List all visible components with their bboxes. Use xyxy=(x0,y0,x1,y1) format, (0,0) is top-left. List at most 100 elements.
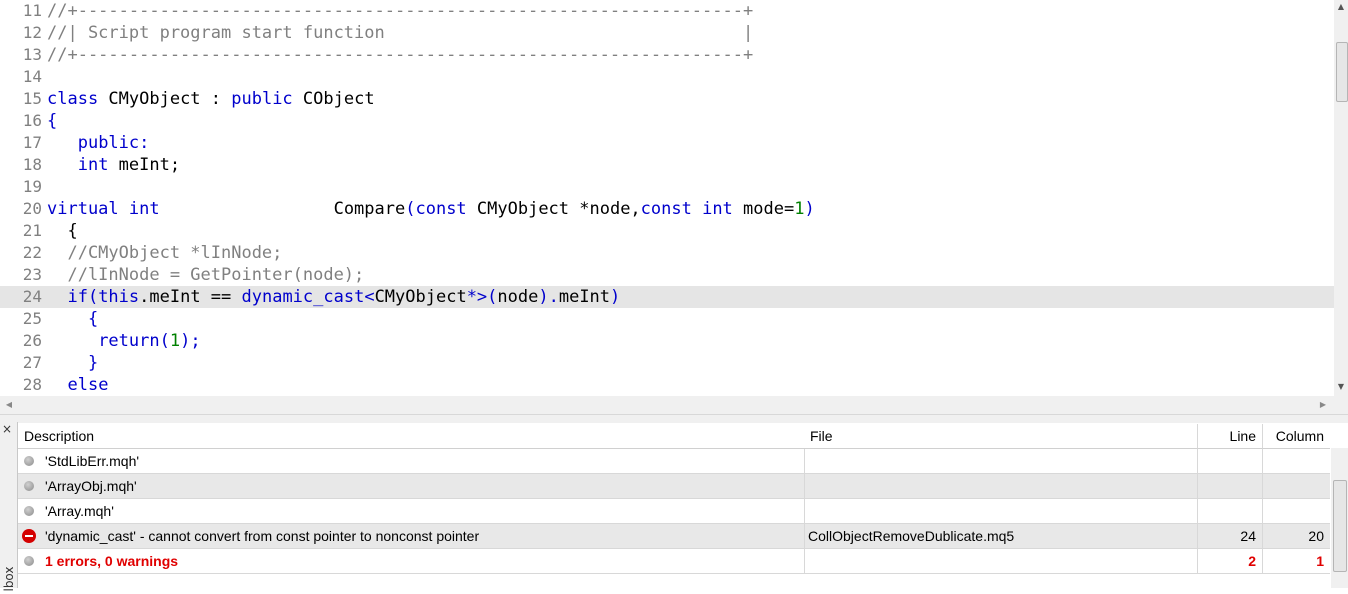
description-text: 1 errors, 0 warnings xyxy=(45,553,179,569)
code-line[interactable]: 19 xyxy=(0,176,1334,198)
info-icon xyxy=(24,456,34,466)
line-cell xyxy=(1198,474,1263,498)
table-row[interactable]: 'ArrayObj.mqh' xyxy=(18,474,1330,499)
table-row[interactable]: 1 errors, 0 warnings 2 1 xyxy=(18,549,1330,574)
code-token: { xyxy=(47,309,99,329)
column-cell: 20 xyxy=(1263,524,1330,548)
panel-splitter[interactable] xyxy=(0,414,1348,423)
code-line[interactable]: 23 //lInNode = GetPointer(node); xyxy=(0,264,1334,286)
line-cell-text: 24 xyxy=(1240,528,1256,544)
scroll-up-icon[interactable]: ▲ xyxy=(1334,0,1348,14)
code-line[interactable]: 11 //+-----------------------------------… xyxy=(0,0,1334,22)
code-token: node xyxy=(497,287,539,307)
line-number: 13 xyxy=(22,45,42,64)
code-line[interactable]: 17 public: xyxy=(0,132,1334,154)
line-number: 21 xyxy=(22,221,42,240)
line-number: 26 xyxy=(22,331,42,350)
code-token: ) xyxy=(804,199,815,219)
toolbox-tab-label[interactable]: lbox xyxy=(2,564,16,594)
line-number: 15 xyxy=(22,89,42,108)
code-line[interactable]: 15 class CMyObject : public CObject xyxy=(0,88,1334,110)
file-cell-text xyxy=(804,553,808,569)
code-line[interactable]: 20 virtual int Compare(const CMyObject *n… xyxy=(0,198,1334,220)
code-text: } xyxy=(47,352,98,374)
info-icon xyxy=(24,481,34,491)
code-line[interactable]: 24 if(this.meInt == dynamic_cast<CMyObje… xyxy=(0,286,1334,308)
code-text: { xyxy=(47,110,57,132)
code-line[interactable]: 26 return(1); xyxy=(0,330,1334,352)
code-line[interactable]: 27 } xyxy=(0,352,1334,374)
table-row[interactable]: 'StdLibErr.mqh' xyxy=(18,449,1330,474)
code-token: Compare xyxy=(159,199,406,219)
code-text: class CMyObject : public CObject xyxy=(47,88,375,110)
line-number: 19 xyxy=(22,177,42,196)
code-text: //lInNode = GetPointer(node); xyxy=(47,264,364,286)
scroll-right-icon[interactable]: ▶ xyxy=(1316,398,1330,412)
file-cell xyxy=(804,474,1198,498)
code-line[interactable]: 22 //CMyObject *lInNode; xyxy=(0,242,1334,264)
grid-scroll-thumb[interactable] xyxy=(1333,480,1347,572)
scroll-left-icon[interactable]: ◀ xyxy=(2,398,16,412)
code-token: { xyxy=(47,111,58,131)
close-icon[interactable]: × xyxy=(2,422,12,436)
vertical-scroll-thumb[interactable] xyxy=(1336,42,1348,102)
code-line[interactable]: 28 else xyxy=(0,374,1334,396)
code-text: if(this.meInt == dynamic_cast<CMyObject*… xyxy=(47,286,620,308)
description-cell: 'ArrayObj.mqh' xyxy=(18,474,805,498)
line-number: 20 xyxy=(22,199,42,218)
code-token: 1 xyxy=(794,199,805,219)
description-text: 'StdLibErr.mqh' xyxy=(45,453,140,469)
code-line[interactable]: 14 xyxy=(0,66,1334,88)
line-number: 16 xyxy=(22,111,42,130)
column-header-line[interactable]: Line xyxy=(1198,424,1263,449)
file-cell-text xyxy=(804,453,808,469)
grid-vertical-scrollbar[interactable] xyxy=(1331,448,1348,588)
line-cell-text xyxy=(1256,503,1262,519)
editor-vertical-scrollbar[interactable]: ▲ ▼ xyxy=(1334,0,1348,396)
code-text: //CMyObject *lInNode; xyxy=(47,242,282,264)
code-token: } xyxy=(47,353,99,373)
code-line[interactable]: 25 { xyxy=(0,308,1334,330)
line-cell xyxy=(1198,499,1263,523)
code-token: 1 xyxy=(169,331,181,351)
code-token: const int xyxy=(640,199,733,219)
description-cell: 'dynamic_cast' - cannot convert from con… xyxy=(18,524,805,548)
description-text: 'ArrayObj.mqh' xyxy=(45,478,137,494)
code-token: public: xyxy=(77,133,150,153)
file-cell-text: CollObjectRemoveDublicate.mq5 xyxy=(808,528,1015,544)
line-cell-text xyxy=(1256,478,1262,494)
table-row[interactable]: 'Array.mqh' xyxy=(18,499,1330,524)
code-line[interactable]: 13 //+-----------------------------------… xyxy=(0,44,1334,66)
column-header-column[interactable]: Column xyxy=(1263,424,1330,449)
code-token: *>( xyxy=(466,287,498,307)
code-line[interactable]: 16 { xyxy=(0,110,1334,132)
description-cell: 'StdLibErr.mqh' xyxy=(18,449,805,473)
scrollbar-corner xyxy=(1334,396,1348,414)
column-cell xyxy=(1263,474,1330,498)
errors-grid: Description File Line Column 'StdLibErr.… xyxy=(18,424,1330,588)
column-header-file[interactable]: File xyxy=(804,424,1198,449)
code-line[interactable]: 21 { xyxy=(0,220,1334,242)
scroll-down-icon[interactable]: ▼ xyxy=(1334,380,1348,394)
code-editor[interactable]: 11//+-----------------------------------… xyxy=(0,0,1334,396)
code-text: return(1); xyxy=(47,330,200,352)
column-header-description[interactable]: Description xyxy=(18,424,805,449)
info-icon xyxy=(24,506,34,516)
table-row[interactable]: 'dynamic_cast' - cannot convert from con… xyxy=(18,524,1330,549)
line-cell-text xyxy=(1256,453,1262,469)
code-token: ( xyxy=(405,199,416,219)
code-token: meInt xyxy=(558,287,611,307)
code-token: virtual int xyxy=(47,199,160,219)
code-text: public: xyxy=(47,132,150,154)
error-icon xyxy=(22,529,36,543)
toolbox-side-tab: × lbox xyxy=(0,422,18,592)
line-cell: 24 xyxy=(1198,524,1263,548)
code-line[interactable]: 18 int meInt; xyxy=(0,154,1334,176)
code-line[interactable]: 12 //| Script program start function | xyxy=(0,22,1334,44)
editor-horizontal-scrollbar[interactable]: ◀ ▶ xyxy=(0,396,1334,414)
description-cell: 'Array.mqh' xyxy=(18,499,805,523)
file-cell xyxy=(804,449,1198,473)
